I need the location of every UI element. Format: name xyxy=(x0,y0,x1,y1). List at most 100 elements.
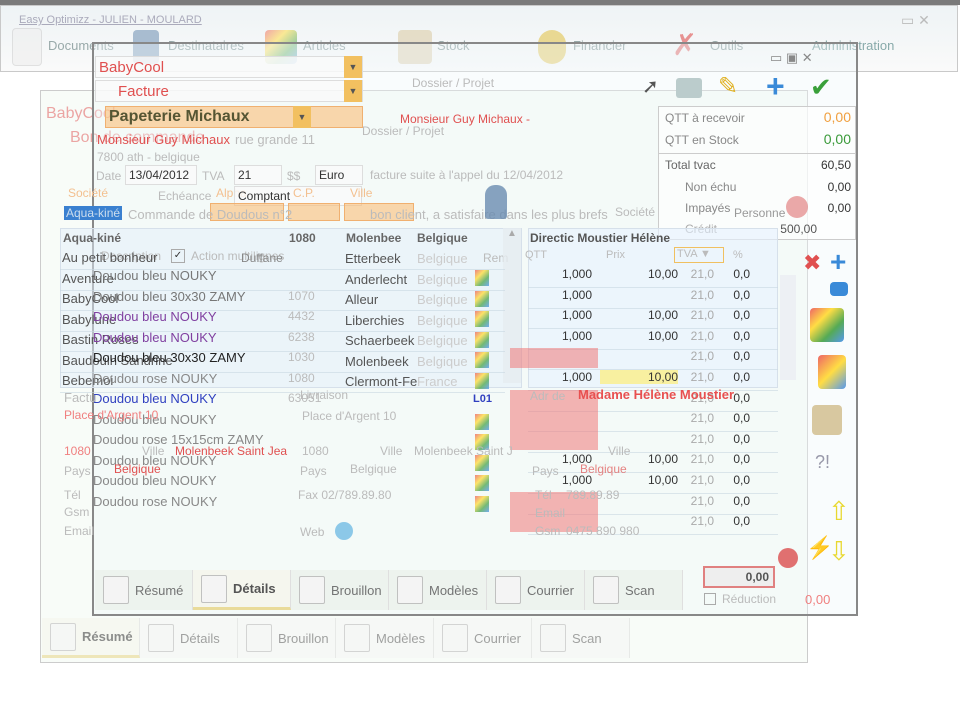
article-icon[interactable] xyxy=(475,475,489,491)
line-item-description[interactable]: Doudou bleu NOUKY xyxy=(93,309,217,324)
cursor-icon[interactable]: ➚ xyxy=(642,74,659,99)
add-line-icon[interactable]: + xyxy=(830,246,846,278)
company-name[interactable]: Au petit bonheur xyxy=(62,250,157,265)
detail-percent[interactable]: 0,0 xyxy=(718,494,750,508)
col-prix[interactable]: Prix xyxy=(606,249,625,261)
add-icon[interactable]: + xyxy=(766,68,785,105)
detail-scrollbar[interactable] xyxy=(780,275,796,380)
detail-qtt[interactable]: 1,000 xyxy=(530,370,592,384)
detail-tva[interactable]: 21,0 xyxy=(680,452,714,466)
tab-dtails[interactable]: Détails xyxy=(140,618,238,658)
tab-scan[interactable]: Scan xyxy=(585,570,683,610)
detail-qtt[interactable]: 1,000 xyxy=(530,288,592,302)
detail-percent[interactable]: 0,0 xyxy=(718,370,750,384)
fact-cp[interactable]: 1080 xyxy=(64,444,91,458)
delete-icon[interactable]: ✖ xyxy=(803,250,821,276)
detail-tva[interactable]: 21,0 xyxy=(680,514,714,528)
detail-tva[interactable]: 21,0 xyxy=(680,349,714,363)
detail-tva[interactable]: 21,0 xyxy=(680,370,714,384)
article-icon[interactable] xyxy=(475,495,489,512)
adr-country[interactable]: Belgique xyxy=(580,462,627,476)
article-icon[interactable] xyxy=(475,290,489,307)
article-icon[interactable] xyxy=(475,413,489,430)
tab-rsum[interactable]: Résumé xyxy=(95,570,193,610)
search-stock-icon[interactable] xyxy=(812,405,842,435)
person-icon[interactable] xyxy=(485,185,507,219)
multiline-checkbox[interactable]: ✓ xyxy=(171,249,185,263)
detail-tva[interactable]: 21,0 xyxy=(680,308,714,322)
printer-icon[interactable] xyxy=(676,78,702,98)
detail-tva[interactable]: 21,0 xyxy=(680,473,714,487)
articles-side-icon[interactable] xyxy=(810,308,844,342)
adr-gsm[interactable]: 0475 890 980 xyxy=(566,524,639,538)
article-icon[interactable] xyxy=(475,352,489,368)
insert-icon[interactable] xyxy=(830,282,848,296)
liv-cp[interactable]: 1080 xyxy=(302,444,329,458)
tab-courrier[interactable]: Courrier xyxy=(487,570,585,610)
lightning-icon[interactable]: ⚡ xyxy=(806,535,833,561)
detail-prix[interactable]: 10,00 xyxy=(600,370,678,384)
line-item-description[interactable]: Doudou rose NOUKY xyxy=(93,494,217,509)
company-select[interactable]: BabyCool ▼ xyxy=(95,56,363,78)
detail-percent[interactable]: 0,0 xyxy=(718,349,750,363)
no-entry-icon[interactable] xyxy=(778,548,798,568)
detail-prix[interactable]: 10,00 xyxy=(600,308,678,322)
tab-scan[interactable]: Scan xyxy=(532,618,630,658)
article-icon[interactable] xyxy=(475,311,489,327)
globe-icon[interactable] xyxy=(335,522,353,540)
tab-modles[interactable]: Modèles xyxy=(336,618,434,658)
date-field[interactable]: 13/04/2012 xyxy=(125,165,197,185)
pencil-icon[interactable]: ✎ xyxy=(718,72,738,101)
detail-percent[interactable]: 0,0 xyxy=(718,288,750,302)
tab-brouillon[interactable]: Brouillon xyxy=(238,618,336,658)
line-item-description[interactable]: Doudou rose NOUKY xyxy=(93,371,217,386)
fact-city[interactable]: Molenbeek Saint Jea xyxy=(175,444,287,458)
fact-country[interactable]: Belgique xyxy=(114,462,161,476)
article-link-icon[interactable] xyxy=(818,355,846,389)
liv-country[interactable]: Belgique xyxy=(350,462,397,476)
detail-percent[interactable]: 0,0 xyxy=(718,411,750,425)
line-item-description[interactable]: Doudou bleu NOUKY xyxy=(93,330,217,345)
tab-brouillon[interactable]: Brouillon xyxy=(291,570,389,610)
col-qtt[interactable]: QTT xyxy=(525,249,547,261)
search-input[interactable]: Aqua-kiné xyxy=(64,206,123,220)
validate-icon[interactable]: ✔ xyxy=(810,72,832,103)
window-controls[interactable]: ▭ ✕ xyxy=(901,12,930,29)
col-percent[interactable]: % xyxy=(733,249,743,261)
detail-tva[interactable]: 21,0 xyxy=(680,329,714,343)
detail-tva[interactable]: 21,0 xyxy=(680,494,714,508)
adr-tel[interactable]: 789.89.89 xyxy=(566,488,619,502)
article-icon[interactable] xyxy=(475,331,489,348)
detail-tva[interactable]: 21,0 xyxy=(680,288,714,302)
detail-percent[interactable]: 0,0 xyxy=(718,267,750,281)
detail-qtt[interactable]: 1,000 xyxy=(530,308,592,322)
client-select[interactable]: Papeterie Michaux ▼ xyxy=(105,106,363,128)
detail-prix[interactable]: 10,00 xyxy=(600,329,678,343)
detail-tva[interactable]: 21,0 xyxy=(680,267,714,281)
detail-percent[interactable]: 0,0 xyxy=(718,432,750,446)
help-icon[interactable]: ?! xyxy=(815,452,830,473)
detail-percent[interactable]: 0,0 xyxy=(718,452,750,466)
detail-percent[interactable]: 0,0 xyxy=(718,308,750,322)
dossier-projet-back[interactable]: Dossier / Projet xyxy=(362,124,444,138)
article-icon[interactable] xyxy=(475,372,489,389)
tab-rsum[interactable]: Résumé xyxy=(42,618,140,658)
detail-tva[interactable]: 21,0 xyxy=(680,411,714,425)
reduction-checkbox[interactable] xyxy=(704,593,716,605)
line-item-description[interactable]: Doudou bleu 30x30 ZAMY xyxy=(93,289,245,304)
detail-percent[interactable]: 0,0 xyxy=(718,329,750,343)
tab-modles[interactable]: Modèles xyxy=(389,570,487,610)
line-item-description[interactable]: Doudou bleu NOUKY xyxy=(93,391,217,406)
tab-dtails[interactable]: Détails xyxy=(193,570,291,610)
line-item-description[interactable]: Doudou bleu NOUKY xyxy=(93,268,217,283)
liv-street[interactable]: Place d'Argent 10 xyxy=(302,409,396,423)
col-tva[interactable]: TVA ▼ xyxy=(674,247,724,263)
tab-courrier[interactable]: Courrier xyxy=(434,618,532,658)
currency-select[interactable]: Euro xyxy=(315,165,363,185)
fact-street[interactable]: Place d'Argent 10 xyxy=(64,408,158,422)
detail-prix[interactable]: 10,00 xyxy=(600,267,678,281)
article-icon[interactable] xyxy=(475,270,489,286)
detail-tva[interactable]: 21,0 xyxy=(680,432,714,446)
detail-qtt[interactable]: 1,000 xyxy=(530,329,592,343)
filter-cp[interactable] xyxy=(288,203,340,221)
